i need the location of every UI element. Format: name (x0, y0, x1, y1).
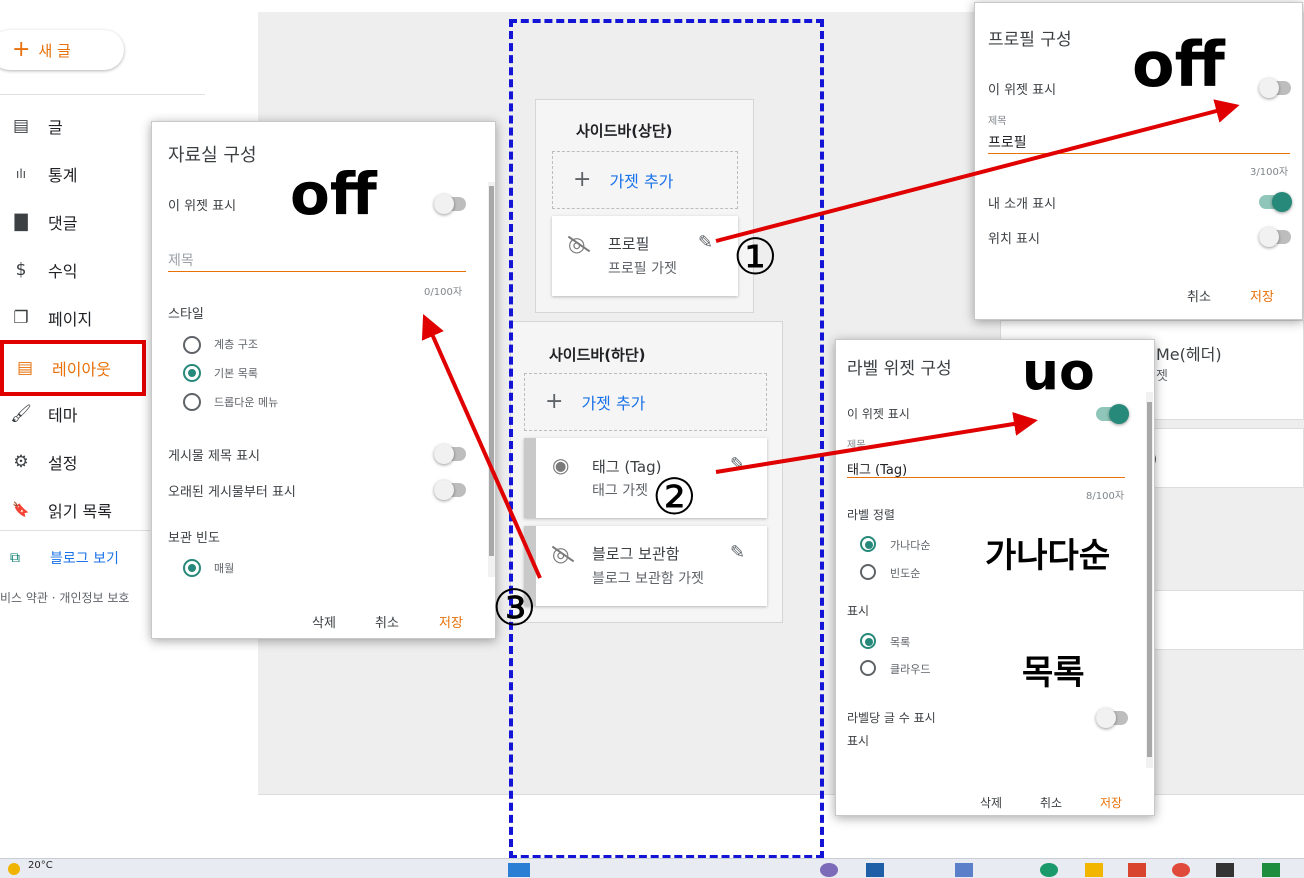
app-icon[interactable] (866, 863, 884, 877)
annotation-alphabetical: 가나다순 (985, 536, 1111, 576)
chrome-icon[interactable] (1172, 863, 1190, 877)
app-icon[interactable] (1128, 863, 1146, 877)
annotation-number-3: ③ (492, 579, 537, 637)
app-icon[interactable] (1216, 863, 1234, 877)
annotation-off-archive: off (290, 160, 377, 228)
annotation-off-profile: off (1132, 28, 1225, 101)
weather-icon (8, 863, 20, 875)
annotation-list: 목록 (1022, 653, 1085, 693)
annotation-number-1: ① (733, 228, 778, 286)
arrow-2 (715, 412, 1038, 474)
start-icon[interactable] (508, 863, 530, 877)
app-icon[interactable] (820, 863, 838, 877)
annotation-arrows (421, 99, 1240, 579)
weather-temperature[interactable]: 20°C (28, 860, 53, 871)
annotation-on: on (1022, 348, 1095, 408)
arrow-3 (421, 314, 542, 579)
app-icon[interactable] (1040, 863, 1058, 877)
windows-taskbar: 20°C (0, 858, 1304, 878)
folder-icon[interactable] (1085, 863, 1103, 877)
annotation-number-2: ② (652, 468, 697, 526)
app-icon[interactable] (1262, 863, 1280, 877)
app-icon[interactable] (955, 863, 973, 877)
arrow-1 (715, 99, 1240, 243)
